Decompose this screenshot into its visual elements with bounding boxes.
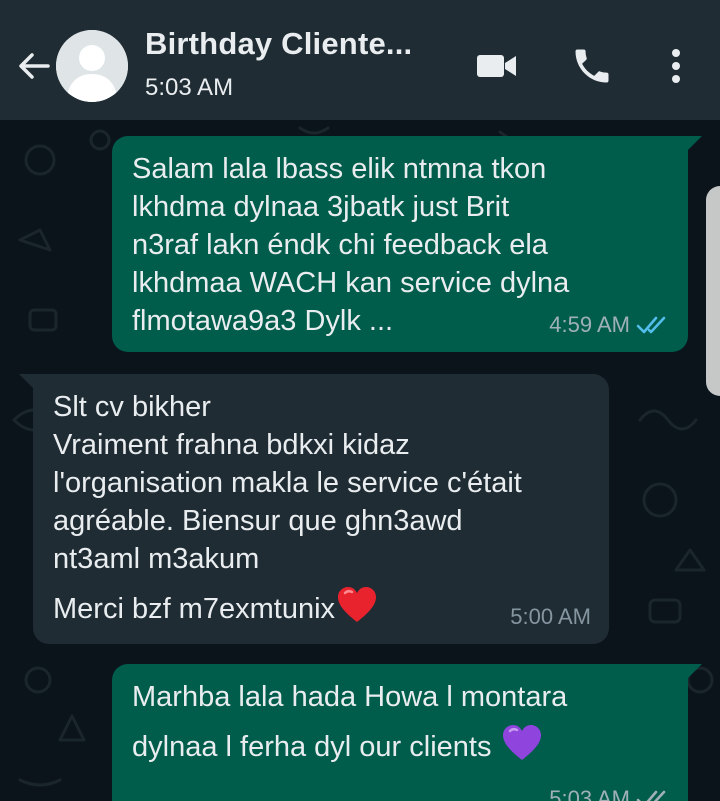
- message-time: 5:03 AM: [549, 786, 630, 801]
- more-vertical-icon: [672, 49, 680, 83]
- message-bubble-incoming[interactable]: Slt cv bikher Vraiment frahna bdkxi kida…: [19, 374, 609, 644]
- red-heart-emoji: [338, 587, 377, 622]
- chat-header: Birthday Cliente... 5:03 AM: [0, 0, 720, 120]
- message-bubble-outgoing[interactable]: Marhba lala hada Howa l montara dylnaa l…: [112, 664, 702, 801]
- back-button[interactable]: [14, 46, 54, 86]
- bubble-tail: [19, 374, 35, 390]
- double-check-icon: [636, 790, 666, 801]
- last-seen-time: 5:03 AM: [145, 74, 234, 101]
- more-options-button[interactable]: [654, 44, 698, 88]
- contact-name[interactable]: Birthday Cliente...: [145, 26, 412, 62]
- arrow-left-icon: [19, 53, 50, 79]
- message-text: Merci bzf m7exmtunix: [53, 593, 336, 625]
- video-call-icon: [477, 55, 516, 77]
- double-check-icon: [636, 316, 666, 334]
- message-text-line: l'organisation makla le service c'était: [53, 467, 522, 499]
- message-meta: 5:03 AM: [549, 780, 670, 801]
- message-text-line: lkhdma dylnaa 3jbatk just Brit: [132, 191, 510, 223]
- bubble-tail: [686, 664, 702, 680]
- video-call-button[interactable]: [474, 44, 518, 88]
- message-text: dylnaa l ferha dyl our clients: [132, 731, 492, 763]
- message-text-line-with-emoji: Merci bzf m7exmtunix: [53, 586, 589, 628]
- message-text-line: agréable. Biensur que ghn3awd: [53, 505, 463, 537]
- default-avatar-icon: [56, 30, 128, 102]
- message-meta: 4:59 AM: [549, 306, 670, 344]
- phone-icon: [575, 49, 609, 83]
- message-meta: 5:00 AM: [510, 598, 591, 636]
- message-time: 4:59 AM: [549, 312, 630, 337]
- message-text-line: Vraiment frahna bdkxi kidaz: [53, 429, 410, 461]
- bubble-tail: [686, 136, 702, 152]
- message-time: 5:00 AM: [510, 604, 591, 629]
- scrollbar-thumb[interactable]: [706, 186, 720, 396]
- message-text-line-with-emoji: dylnaa l ferha dyl our clients: [132, 724, 668, 766]
- message-bubble-outgoing[interactable]: Salam lala lbass elik ntmna tkon lkhdma …: [112, 136, 702, 352]
- message-text-line: Slt cv bikher: [53, 391, 211, 423]
- voice-call-button[interactable]: [570, 44, 614, 88]
- message-text-line: Marhba lala hada Howa l montara: [132, 681, 568, 713]
- chat-area[interactable]: Salam lala lbass elik ntmna tkon lkhdma …: [0, 120, 720, 801]
- purple-heart-emoji: [502, 725, 541, 760]
- message-text-line: nt3aml m3akum: [53, 543, 260, 575]
- message-text-line: lkhdmaa WACH kan service dylna: [132, 267, 570, 299]
- avatar[interactable]: [56, 30, 128, 102]
- message-text-line: Salam lala lbass elik ntmna tkon: [132, 153, 547, 185]
- message-text-line: n3raf lakn éndk chi feedback ela: [132, 229, 548, 261]
